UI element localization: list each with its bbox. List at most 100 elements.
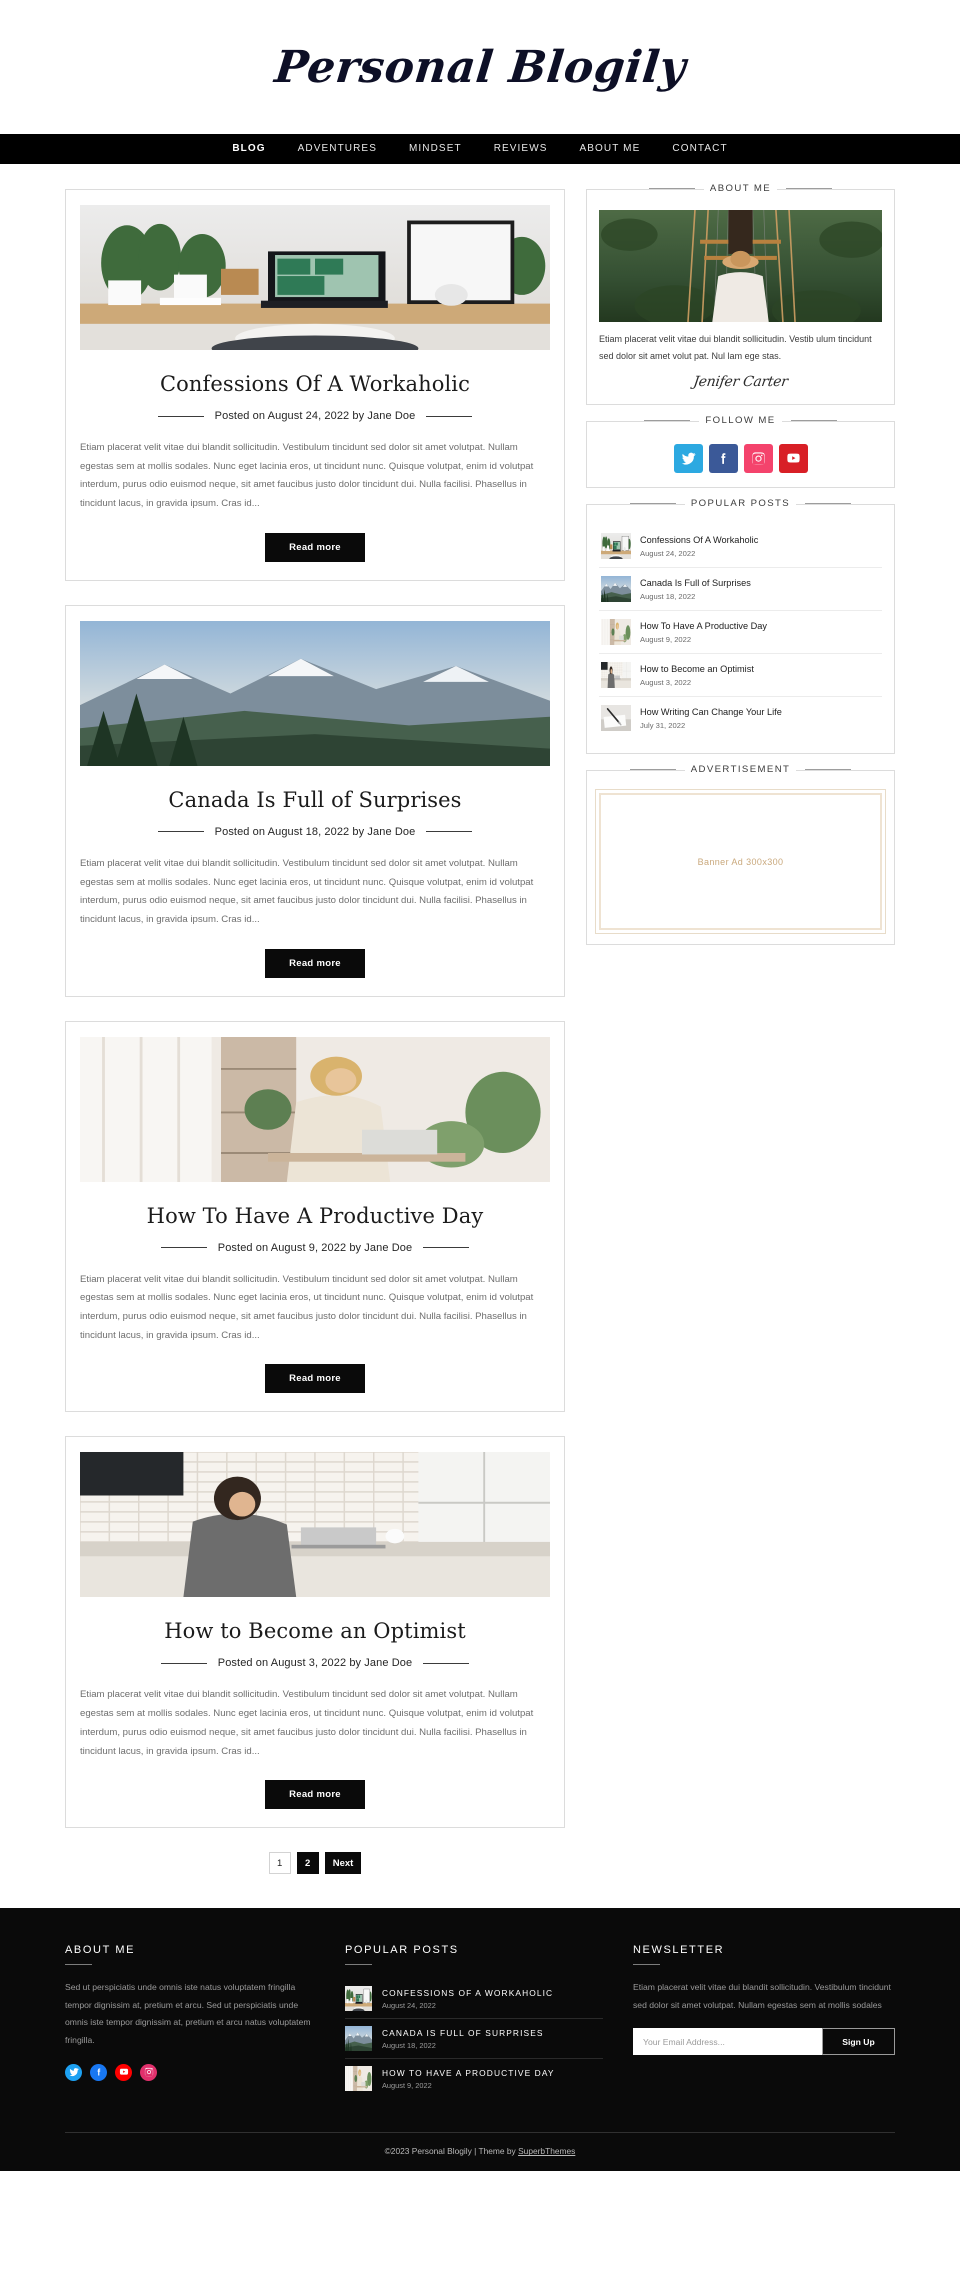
post-card: How To Have A Productive Day Posted on A…	[65, 1020, 565, 1413]
read-more-button[interactable]: Read more	[265, 948, 365, 978]
post-title[interactable]: Canada Is Full of Surprises	[80, 788, 550, 812]
popular-post-item[interactable]: Canada Is Full of Surprises August 18, 2…	[599, 568, 882, 612]
post-title[interactable]: How to Become an Optimist	[80, 1619, 550, 1643]
site-header: Personal Blogily	[0, 0, 960, 134]
footer-popular-post-item[interactable]: HOW TO HAVE A PRODUCTIVE DAY August 9, 2…	[345, 2059, 603, 2098]
post-meta-text: Posted on August 9, 2022 by Jane Doe	[217, 1241, 413, 1254]
popular-post-item[interactable]: Confessions Of A Workaholic August 24, 2…	[599, 525, 882, 569]
nav-item-blog[interactable]: BLOG	[216, 134, 281, 164]
post-meta: Posted on August 18, 2022 by Jane Doe	[80, 826, 550, 838]
meta-rule-right	[423, 1247, 470, 1249]
widget-follow-header: FOLLOW ME	[587, 415, 894, 427]
nav-item-reviews[interactable]: REVIEWS	[478, 134, 564, 164]
post-meta: Posted on August 24, 2022 by Jane Doe	[80, 410, 550, 422]
footer-youtube-icon[interactable]	[115, 2063, 132, 2081]
popular-post-thumbnail	[601, 576, 631, 603]
rule-right	[786, 188, 833, 189]
footer-newsletter-column: NEWSLETTER Etiam placerat velit vitae du…	[633, 1944, 895, 2056]
footer-popular-heading: POPULAR POSTS	[345, 1944, 459, 1957]
popular-post-title: Confessions Of A Workaholic	[640, 534, 759, 545]
rule-left	[629, 503, 676, 505]
nav-item-adventures[interactable]: ADVENTURES	[282, 134, 393, 164]
rule-left	[644, 420, 691, 422]
popular-post-item[interactable]: How to Become an Optimist August 3, 2022	[599, 654, 882, 698]
popular-post-item[interactable]: How To Have A Productive Day August 9, 2…	[599, 611, 882, 655]
footer-popular-body: HOW TO HAVE A PRODUCTIVE DAY August 9, 2…	[382, 2068, 555, 2090]
post-meta-text: Posted on August 3, 2022 by Jane Doe	[217, 1657, 413, 1670]
popular-post-title: How to Become an Optimist	[640, 663, 754, 674]
read-more-button[interactable]: Read more	[265, 532, 365, 562]
popular-post-body: How to Become an Optimist August 3, 2022	[640, 664, 754, 687]
popular-post-date: August 3, 2022	[640, 677, 692, 687]
popular-post-item[interactable]: How Writing Can Change Your Life July 31…	[599, 697, 882, 739]
post-excerpt: Etiam placerat velit vitae dui blandit s…	[80, 442, 534, 510]
post-featured-image[interactable]	[80, 1036, 550, 1182]
email-input[interactable]	[633, 2028, 822, 2056]
widget-popular-header: POPULAR POSTS	[587, 498, 894, 510]
popular-post-date: August 24, 2022	[640, 548, 696, 558]
footer-popular-date: August 24, 2022	[382, 2000, 436, 2010]
popular-post-date: August 18, 2022	[640, 591, 696, 601]
pagination: 1 2 Next	[65, 1852, 565, 1875]
post-excerpt: Etiam placerat velit vitae dui blandit s…	[80, 857, 534, 925]
footer-about-text: Sed ut perspiciatis unde omnis iste natu…	[65, 1982, 311, 2046]
footer-popular-post-item[interactable]: CANADA IS FULL OF SURPRISES August 18, 2…	[345, 2019, 603, 2060]
post-title[interactable]: How To Have A Productive Day	[80, 1204, 550, 1228]
rule-left	[648, 188, 695, 189]
footer-popular-list: CONFESSIONS OF A WORKAHOLIC August 24, 2…	[345, 1979, 603, 2098]
main-navigation: BLOG ADVENTURES MINDSET REVIEWS ABOUT ME CONT…	[0, 134, 960, 164]
newsletter-form: Sign Up	[633, 2028, 895, 2056]
heading-underline	[345, 1964, 372, 1966]
nav-item-contact[interactable]: CONTACT	[656, 134, 743, 164]
read-more-button[interactable]: Read more	[265, 1364, 365, 1394]
footer-instagram-icon[interactable]	[140, 2063, 157, 2081]
footer-popular-thumbnail	[345, 2066, 372, 2092]
footer-popular-post-item[interactable]: CONFESSIONS OF A WORKAHOLIC August 24, 2…	[345, 1979, 603, 2020]
page-button-1[interactable]: 1	[268, 1852, 291, 1875]
footer-popular-body: CANADA IS FULL OF SURPRISES August 18, 2…	[382, 2028, 544, 2050]
youtube-icon[interactable]	[778, 444, 808, 474]
post-list: Confessions Of A Workaholic Posted on Au…	[65, 189, 565, 1878]
ad-banner[interactable]: Banner Ad 300x300	[595, 789, 886, 935]
footer-popular-title: HOW TO HAVE A PRODUCTIVE DAY	[382, 2067, 555, 2078]
footer-columns: ABOUT ME Sed ut perspiciatis unde omnis …	[65, 1944, 895, 2098]
meta-rule-left	[157, 831, 204, 833]
post-featured-image[interactable]	[80, 620, 550, 766]
popular-post-body: How Writing Can Change Your Life July 31…	[640, 707, 782, 730]
footer-facebook-icon[interactable]	[90, 2063, 107, 2081]
widget-title: ABOUT ME	[703, 183, 778, 194]
widget-about-me: ABOUT ME Etiam placerat velit vitae dui …	[586, 183, 895, 406]
instagram-icon[interactable]	[743, 444, 773, 474]
footer-newsletter-heading: NEWSLETTER	[633, 1944, 725, 1957]
widget-advertisement: ADVERTISEMENT Banner Ad 300x300	[586, 764, 895, 946]
facebook-icon[interactable]	[708, 444, 738, 474]
nav-item-about-me[interactable]: ABOUT ME	[564, 134, 657, 164]
post-featured-image[interactable]	[80, 1452, 550, 1598]
footer-about-column: ABOUT ME Sed ut perspiciatis unde omnis …	[65, 1944, 315, 2081]
social-links	[599, 444, 882, 474]
popular-post-title: How To Have A Productive Day	[640, 620, 767, 631]
nav-item-mindset[interactable]: MINDSET	[393, 134, 478, 164]
footer-about-heading: ABOUT ME	[65, 1944, 136, 1957]
post-featured-image[interactable]	[80, 205, 550, 350]
widget-title: FOLLOW ME	[699, 415, 782, 427]
pagination-next-button[interactable]: Next	[324, 1852, 362, 1875]
footer-twitter-icon[interactable]	[65, 2063, 82, 2081]
rule-right	[805, 503, 852, 505]
sign-up-button[interactable]: Sign Up	[822, 2028, 895, 2056]
widget-title: ADVERTISEMENT	[684, 764, 797, 776]
footer-social-links	[65, 2063, 315, 2081]
footer-popular-date: August 9, 2022	[382, 2080, 432, 2090]
page-button-2[interactable]: 2	[296, 1852, 319, 1875]
read-more-button[interactable]: Read more	[265, 1780, 365, 1810]
post-title[interactable]: Confessions Of A Workaholic	[80, 372, 550, 396]
twitter-icon[interactable]	[673, 444, 703, 474]
post-card: How to Become an Optimist Posted on Augu…	[65, 1436, 565, 1829]
post-excerpt: Etiam placerat velit vitae dui blandit s…	[80, 1273, 534, 1341]
widget-popular-posts: POPULAR POSTS Confessions Of A Workaholi…	[586, 498, 895, 755]
site-footer: ABOUT ME Sed ut perspiciatis unde omnis …	[0, 1908, 960, 2172]
widget-title: POPULAR POSTS	[684, 498, 797, 510]
post-card: Canada Is Full of Surprises Posted on Au…	[65, 604, 565, 997]
post-meta: Posted on August 3, 2022 by Jane Doe	[80, 1657, 550, 1669]
theme-credit-link[interactable]: SuperbThemes	[518, 2146, 575, 2156]
